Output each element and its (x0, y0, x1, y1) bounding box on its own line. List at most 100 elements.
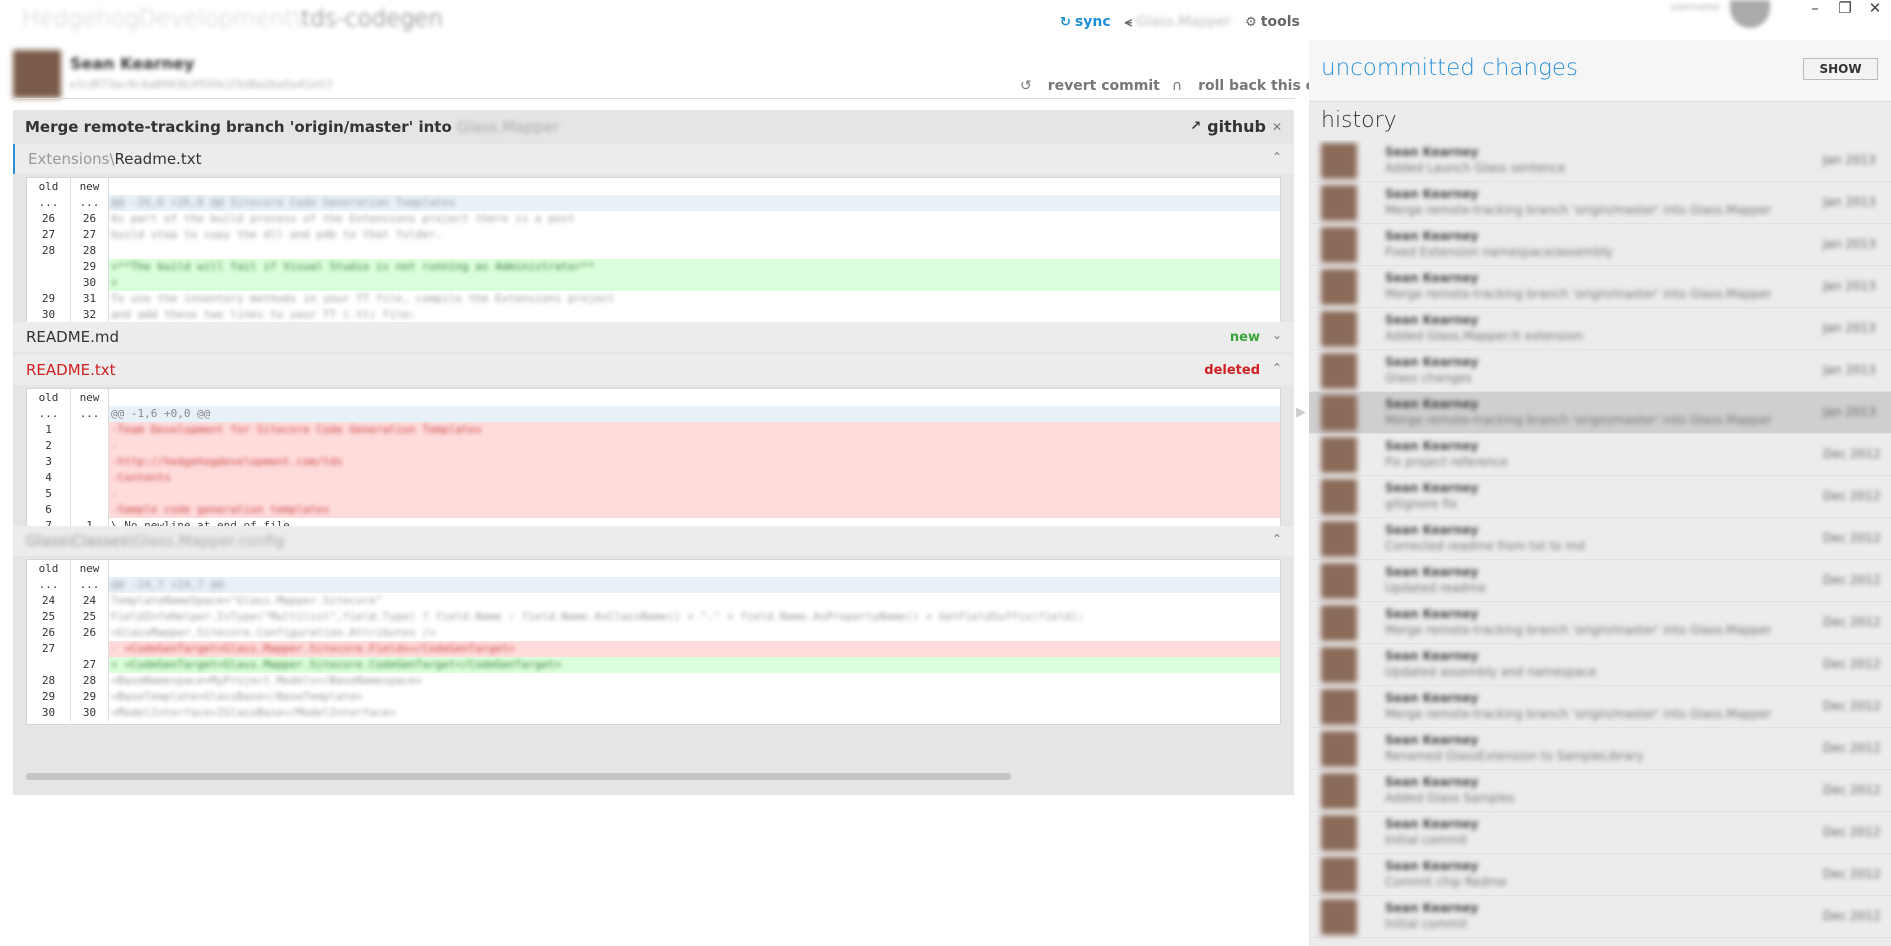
history-list: Sean Kearney Added Launch Glass sentence J… (1309, 140, 1891, 946)
history-author: Sean Kearney (1385, 523, 1479, 537)
history-sidebar: uncommitted changes SHOW history Sean Ke… (1309, 40, 1891, 946)
history-date: Dec 2012 (1823, 825, 1881, 839)
history-date: Dec 2012 (1823, 615, 1881, 629)
title-bar: HedgehogDevelopment\tds-codegen ↻ sync ⪪… (0, 0, 1891, 40)
diff-line: 30 + (27, 275, 1280, 291)
show-button[interactable]: SHOW (1803, 58, 1878, 80)
uncommitted-changes-panel: uncommitted changes SHOW (1309, 40, 1891, 102)
file-status-badge: new (1229, 330, 1260, 345)
history-author: Sean Kearney (1385, 397, 1479, 411)
collapse-icon[interactable]: ⌃ (1272, 532, 1282, 546)
author-avatar (1321, 857, 1357, 893)
file-header[interactable]: README.md new ⌄ (13, 322, 1294, 352)
file-dir: Extensions\ (28, 150, 115, 168)
line-content: TemplateNameSpace="Glass.Mapper.Sitecore… (111, 594, 383, 607)
old-line-number (27, 275, 71, 291)
sync-button[interactable]: ↻ sync (1060, 14, 1111, 30)
new-line-number: 29 (71, 259, 109, 275)
author-avatar (1321, 899, 1357, 935)
history-item[interactable]: Sean Kearney Updated assembly and namespa… (1309, 644, 1891, 686)
history-author: Sean Kearney (1385, 733, 1479, 747)
old-line-number: 2 (27, 438, 71, 454)
history-item[interactable]: Sean Kearney Glass changes Jan 2013 (1309, 350, 1891, 392)
history-author: Sean Kearney (1385, 607, 1479, 621)
line-content: To use the inventory methods in your TT … (111, 292, 615, 305)
history-item[interactable]: Sean Kearney Merge remote-tracking branch… (1309, 602, 1891, 644)
history-item[interactable]: Sean Kearney Added Glass.Mapper.tt extens… (1309, 308, 1891, 350)
file-name: README.txt (26, 361, 116, 379)
history-item[interactable]: Sean Kearney Merge remote-tracking branch… (1309, 686, 1891, 728)
author-avatar (1321, 395, 1357, 431)
line-content: - (111, 487, 118, 500)
branch-label: Glass.Mapper (1135, 14, 1232, 30)
author-avatar (1321, 773, 1357, 809)
history-date: Jan 2013 (1823, 321, 1876, 335)
tools-button[interactable]: ⚙ tools (1245, 14, 1300, 30)
history-date: Jan 2013 (1823, 195, 1876, 209)
user-avatar[interactable] (1730, 0, 1770, 28)
new-column-header: new (71, 560, 109, 577)
history-title: history (1321, 108, 1397, 133)
collapse-icon[interactable]: ⌃ (1272, 150, 1282, 164)
uncommitted-title: uncommitted changes (1321, 55, 1578, 81)
file-header[interactable]: Glass\Classes\Glass.Mapper.config ⌃ (13, 526, 1294, 556)
branch-button[interactable]: ⪪ Glass.Mapper (1125, 14, 1232, 30)
history-date: Jan 2013 (1823, 237, 1876, 251)
collapse-icon[interactable]: ⌃ (1272, 361, 1282, 375)
diff-line: ...... @@ -24,7 +24,7 @@ (27, 577, 1280, 593)
history-item[interactable]: Sean Kearney Fixed Extension namespace/as… (1309, 224, 1891, 266)
diff-view: old new...... @@ -1,6 +0,0 @@ 1 -Team Develo… (26, 388, 1281, 538)
file-status-badge: deleted (1204, 363, 1260, 378)
revert-commit-button[interactable]: ↺ revert commit (1020, 78, 1160, 94)
line-content: - <CodeGenTarget>Glass.Mapper.Sitecore.F… (111, 642, 515, 655)
github-button[interactable]: ↗ github ✕ (1184, 117, 1282, 136)
author-avatar (1321, 815, 1357, 851)
history-item[interactable]: Sean Kearney Initial commit Dec 2012 (1309, 896, 1891, 938)
history-item[interactable]: Sean Kearney Merge remote-tracking branch… (1309, 182, 1891, 224)
new-line-number (71, 438, 109, 454)
line-content: As part of the build process of the Exte… (111, 212, 575, 225)
collapse-all-icon[interactable]: ✕ (1272, 120, 1282, 134)
history-item[interactable]: Sean Kearney gitignore fix Dec 2012 (1309, 476, 1891, 518)
splitter-arrow-icon[interactable]: ▶ (1296, 405, 1306, 420)
history-item[interactable]: Sean Kearney Merge remote-tracking branch… (1309, 392, 1891, 434)
history-author: Sean Kearney (1385, 187, 1479, 201)
old-line-number: ... (27, 406, 71, 422)
new-line-number: 29 (71, 689, 109, 705)
diff-line: 28 28 (27, 243, 1280, 259)
history-item[interactable]: Sean Kearney Initial commit Dec 2012 (1309, 812, 1891, 854)
history-date: Dec 2012 (1823, 531, 1881, 545)
restore-icon[interactable]: ❐ (1830, 0, 1860, 16)
sync-icon: ↻ (1060, 14, 1071, 30)
old-line-number: 28 (27, 243, 71, 259)
history-item[interactable]: Sean Kearney Merge remote-tracking branch… (1309, 266, 1891, 308)
history-item[interactable]: Sean Kearney Renamed GlassExtension to Sa… (1309, 728, 1891, 770)
history-message: Updated assembly and namespace (1385, 665, 1597, 679)
history-item[interactable]: Sean Kearney Updated readme Dec 2012 (1309, 560, 1891, 602)
history-item[interactable]: Sean Kearney Added Launch Glass sentence J… (1309, 140, 1891, 182)
history-item[interactable]: Sean Kearney Added Glass Samples Dec 2012 (1309, 770, 1891, 812)
line-content: and add these two lines to your TT (.tt)… (111, 308, 416, 321)
horizontal-scrollbar[interactable] (26, 773, 1011, 780)
file-header[interactable]: README.txt deleted ⌃ (13, 355, 1294, 385)
history-date: Jan 2013 (1823, 405, 1876, 419)
author-avatar (1321, 479, 1357, 515)
external-link-icon: ↗ (1190, 119, 1202, 134)
expand-icon[interactable]: ⌄ (1272, 328, 1282, 342)
history-author: Sean Kearney (1385, 355, 1479, 369)
history-message: Glass changes (1385, 371, 1472, 385)
repo-owner: HedgehogDevelopment (22, 6, 294, 32)
history-item[interactable]: Sean Kearney Corrected readme from txt to… (1309, 518, 1891, 560)
old-line-number: ... (27, 577, 71, 593)
line-content: - (111, 439, 118, 452)
diff-line-text: + (109, 275, 1280, 291)
minimize-icon[interactable]: – (1800, 0, 1830, 16)
new-line-number: 25 (71, 609, 109, 625)
new-line-number (71, 454, 109, 470)
author-avatar (1321, 731, 1357, 767)
file-header[interactable]: Extensions\Readme.txt ⌃ (13, 144, 1294, 174)
old-line-number: 25 (27, 609, 71, 625)
history-item[interactable]: Sean Kearney Commit chip Redme Dec 2012 (1309, 854, 1891, 896)
history-item[interactable]: Sean Kearney Fix project reference Dec 201… (1309, 434, 1891, 476)
close-icon[interactable]: ✕ (1860, 0, 1890, 16)
